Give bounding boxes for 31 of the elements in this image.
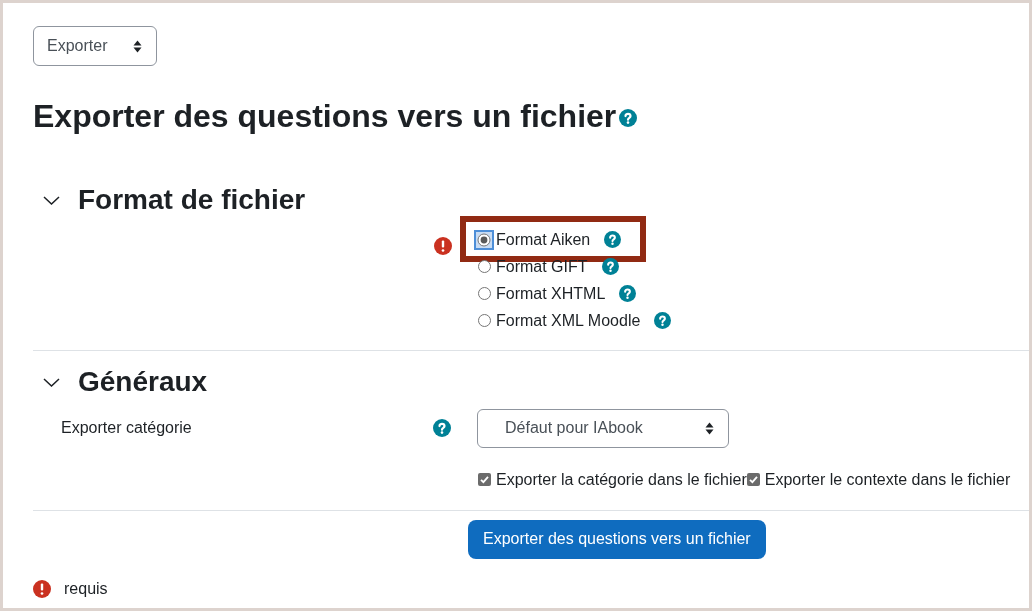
section-title[interactable]: Format de fichier xyxy=(78,183,306,217)
checkbox[interactable] xyxy=(478,473,491,486)
help-icon[interactable] xyxy=(619,109,638,127)
checkbox[interactable] xyxy=(746,473,760,486)
action-select[interactable]: Exporter xyxy=(33,26,157,66)
up-down-caret-icon xyxy=(705,421,714,435)
option-label[interactable]: Format GIFT xyxy=(496,253,588,280)
help-icon[interactable] xyxy=(433,419,451,437)
help-icon[interactable] xyxy=(619,285,637,302)
checkbox-label[interactable]: Exporter la catégorie dans le fichier xyxy=(496,470,747,489)
checkbox-label[interactable]: Exporter le contexte dans le fichier xyxy=(764,470,1011,489)
up-down-caret-icon xyxy=(133,39,142,53)
export-button[interactable]: Exporter des questions vers un fichier xyxy=(468,519,766,559)
option-label[interactable]: Format XHTML xyxy=(496,280,606,307)
help-icon[interactable] xyxy=(601,258,619,275)
help-icon[interactable] xyxy=(654,312,672,329)
chevron-down-icon[interactable] xyxy=(43,377,60,387)
exclamation-icon xyxy=(33,579,51,598)
radio-button[interactable] xyxy=(477,314,491,327)
chevron-down-icon[interactable] xyxy=(43,195,60,205)
legend-text: requis xyxy=(64,579,108,598)
category-select[interactable]: Défaut pour IAbook xyxy=(477,408,729,448)
radio-button[interactable] xyxy=(477,260,491,273)
help-icon[interactable] xyxy=(604,231,622,248)
radio-button[interactable] xyxy=(477,287,491,300)
field-label: Exporter catégorie xyxy=(61,419,192,437)
option-label[interactable]: Format XML Moodle xyxy=(496,307,641,334)
radio-button[interactable] xyxy=(474,229,494,250)
page-title: Exporter des questions vers un fichier xyxy=(33,97,617,135)
section-title[interactable]: Généraux xyxy=(78,365,208,399)
option-label[interactable]: Format Aiken xyxy=(496,226,591,253)
